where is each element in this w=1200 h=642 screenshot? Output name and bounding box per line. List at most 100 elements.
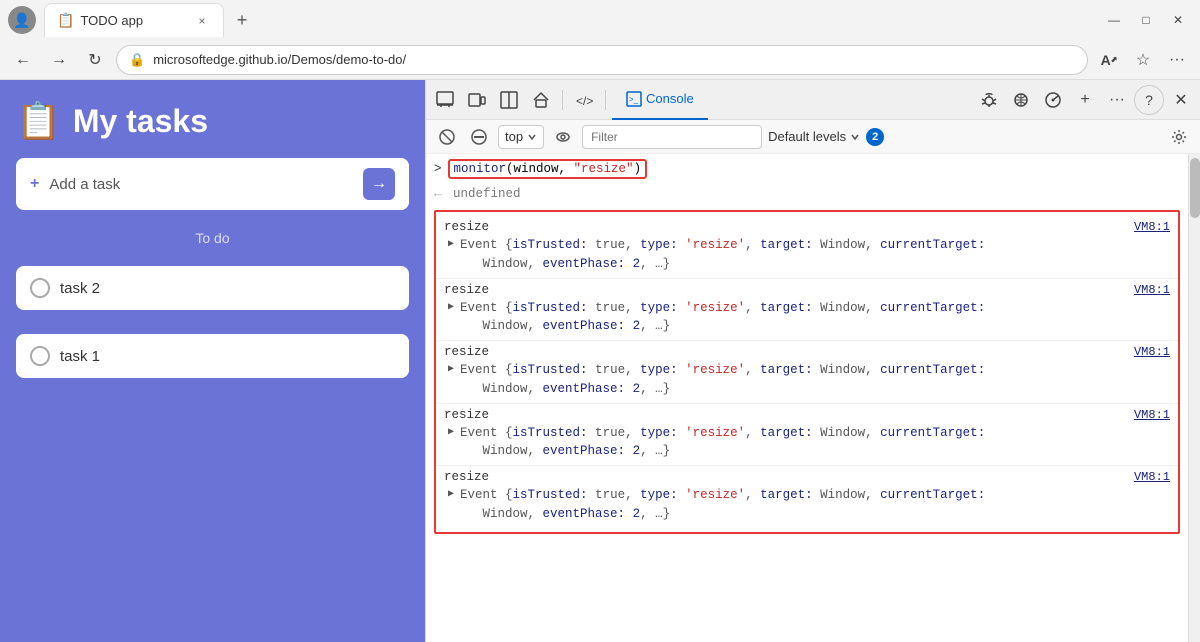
console-tab[interactable]: >_ Console — [612, 80, 708, 120]
active-tab[interactable]: 📋 TODO app × — [44, 3, 224, 37]
lock-icon: 🔒 — [129, 52, 145, 68]
expand-icon-3[interactable]: ▶ — [448, 363, 454, 375]
command-parens-open: (window, — [506, 162, 574, 176]
undefined-result: ← undefined — [426, 184, 1188, 204]
read-aloud-button[interactable]: A⬈ — [1094, 45, 1124, 75]
log-detail-4: ▶ Event {isTrusted: true, type: 'resize'… — [444, 424, 1170, 462]
vm-link-5[interactable]: VM8:1 — [1134, 470, 1170, 484]
log-event-name-5: resize — [444, 470, 489, 484]
command-parens-close: ) — [634, 162, 642, 176]
add-task-row[interactable]: + Add a task → — [16, 158, 409, 210]
panel-layout-button[interactable] — [494, 85, 524, 115]
forward-button[interactable]: → — [44, 45, 74, 75]
console-content[interactable]: > monitor(window, "resize") ← undefined — [426, 154, 1200, 642]
network-icon-button[interactable] — [1006, 85, 1036, 115]
vm-link-3[interactable]: VM8:1 — [1134, 345, 1170, 359]
close-button[interactable]: ✕ — [1164, 6, 1192, 34]
log-object-2: Event {isTrusted: true, type: 'resize', … — [460, 299, 985, 337]
elements-button[interactable]: </> — [569, 85, 599, 115]
devtools-panel: </> >_ Console + — [425, 80, 1200, 642]
log-entry-4-header: resize VM8:1 — [444, 408, 1170, 422]
section-label: To do — [16, 226, 409, 250]
command-highlight: monitor(window, "resize") — [448, 159, 648, 179]
task-item-2[interactable]: task 1 — [16, 334, 409, 378]
device-emulation-button[interactable] — [462, 85, 492, 115]
refresh-button[interactable]: ↻ — [80, 45, 110, 75]
log-event-name-2: resize — [444, 283, 489, 297]
console-prompt-icon: > — [434, 162, 442, 176]
new-tab-button[interactable]: + — [228, 6, 256, 34]
log-entries-block: resize VM8:1 ▶ Event {isTrusted: true, t… — [434, 210, 1180, 534]
vm-link-1[interactable]: VM8:1 — [1134, 220, 1170, 234]
inspect-element-button[interactable] — [430, 85, 460, 115]
vm-link-2[interactable]: VM8:1 — [1134, 283, 1170, 297]
log-entry-5-header: resize VM8:1 — [444, 470, 1170, 484]
console-inner: > monitor(window, "resize") ← undefined — [426, 154, 1200, 540]
log-object-3: Event {isTrusted: true, type: 'resize', … — [460, 361, 985, 399]
expand-icon-4[interactable]: ▶ — [448, 426, 454, 438]
disable-log-button[interactable] — [466, 124, 492, 150]
todo-header: 📋 My tasks — [16, 100, 409, 142]
main-area: 📋 My tasks + Add a task → To do task 2 t… — [0, 80, 1200, 642]
log-event-name-4: resize — [444, 408, 489, 422]
vm-link-4[interactable]: VM8:1 — [1134, 408, 1170, 422]
scrollbar-thumb[interactable] — [1190, 158, 1200, 218]
tab-close-button[interactable]: × — [193, 12, 211, 30]
help-button[interactable]: ? — [1134, 85, 1164, 115]
console-toolbar: top Default levels 2 — [426, 120, 1200, 154]
default-levels-selector[interactable]: Default levels — [768, 129, 860, 144]
back-button[interactable]: ← — [8, 45, 38, 75]
todo-title: My tasks — [73, 103, 208, 140]
bug-icon-button[interactable] — [974, 85, 1004, 115]
tab-favicon: 📋 — [57, 12, 74, 29]
task-circle-1[interactable] — [30, 278, 50, 298]
favorites-button[interactable]: ☆ — [1128, 45, 1158, 75]
command-input-line[interactable]: > monitor(window, "resize") — [426, 154, 1188, 184]
expand-icon-2[interactable]: ▶ — [448, 301, 454, 313]
home-button[interactable] — [526, 85, 556, 115]
scrollbar[interactable] — [1188, 154, 1200, 642]
log-object-5: Event {isTrusted: true, type: 'resize', … — [460, 486, 985, 524]
log-entry-2: resize VM8:1 ▶ Event {isTrusted: true, t… — [436, 279, 1178, 342]
filter-input[interactable] — [582, 125, 762, 149]
more-tools-button[interactable]: ··· — [1102, 85, 1132, 115]
address-bar[interactable]: 🔒 microsoftedge.github.io/Demos/demo-to-… — [116, 45, 1088, 75]
chevron-down-icon — [527, 132, 537, 142]
expand-icon-5[interactable]: ▶ — [448, 488, 454, 500]
clear-console-button[interactable] — [434, 124, 460, 150]
add-task-arrow-button[interactable]: → — [363, 168, 395, 200]
performance-icon-button[interactable] — [1038, 85, 1068, 115]
tab-bar: 📋 TODO app × + — [44, 3, 1092, 37]
log-entry-3: resize VM8:1 ▶ Event {isTrusted: true, t… — [436, 341, 1178, 404]
window-controls: — □ ✕ — [1100, 6, 1192, 34]
svg-text:>_: >_ — [629, 95, 639, 104]
devtools-tabs: >_ Console — [612, 80, 972, 120]
context-selector[interactable]: top — [498, 125, 544, 149]
task-text-1: task 2 — [60, 280, 100, 297]
navigation-bar: ← → ↻ 🔒 microsoftedge.github.io/Demos/de… — [0, 40, 1200, 80]
add-tool-button[interactable]: + — [1070, 85, 1100, 115]
context-selector-label: top — [505, 129, 523, 144]
close-devtools-button[interactable]: ✕ — [1166, 85, 1196, 115]
console-settings-button[interactable] — [1166, 124, 1192, 150]
eye-button[interactable] — [550, 124, 576, 150]
levels-chevron-icon — [850, 132, 860, 142]
profile-icon[interactable]: 👤 — [8, 6, 36, 34]
expand-icon-1[interactable]: ▶ — [448, 238, 454, 250]
more-button[interactable]: ··· — [1162, 45, 1192, 75]
task-circle-2[interactable] — [30, 346, 50, 366]
log-object-1: Event {isTrusted: true, type: 'resize', … — [460, 236, 985, 274]
minimize-button[interactable]: — — [1100, 6, 1128, 34]
command-function: monitor — [454, 162, 507, 176]
log-entry-1-header: resize VM8:1 — [444, 220, 1170, 234]
maximize-button[interactable]: □ — [1132, 6, 1160, 34]
nav-right-buttons: A⬈ ☆ ··· — [1094, 45, 1192, 75]
toolbar-separator-1 — [562, 90, 563, 110]
add-task-label: Add a task — [49, 176, 353, 193]
task-item-1[interactable]: task 2 — [16, 266, 409, 310]
log-detail-5: ▶ Event {isTrusted: true, type: 'resize'… — [444, 486, 1170, 524]
title-bar: 👤 📋 TODO app × + — □ ✕ — [0, 0, 1200, 40]
undefined-value: undefined — [453, 187, 521, 201]
result-arrow: ← — [434, 187, 442, 201]
browser-frame: 👤 📋 TODO app × + — □ ✕ ← → ↻ 🔒 microsoft… — [0, 0, 1200, 642]
